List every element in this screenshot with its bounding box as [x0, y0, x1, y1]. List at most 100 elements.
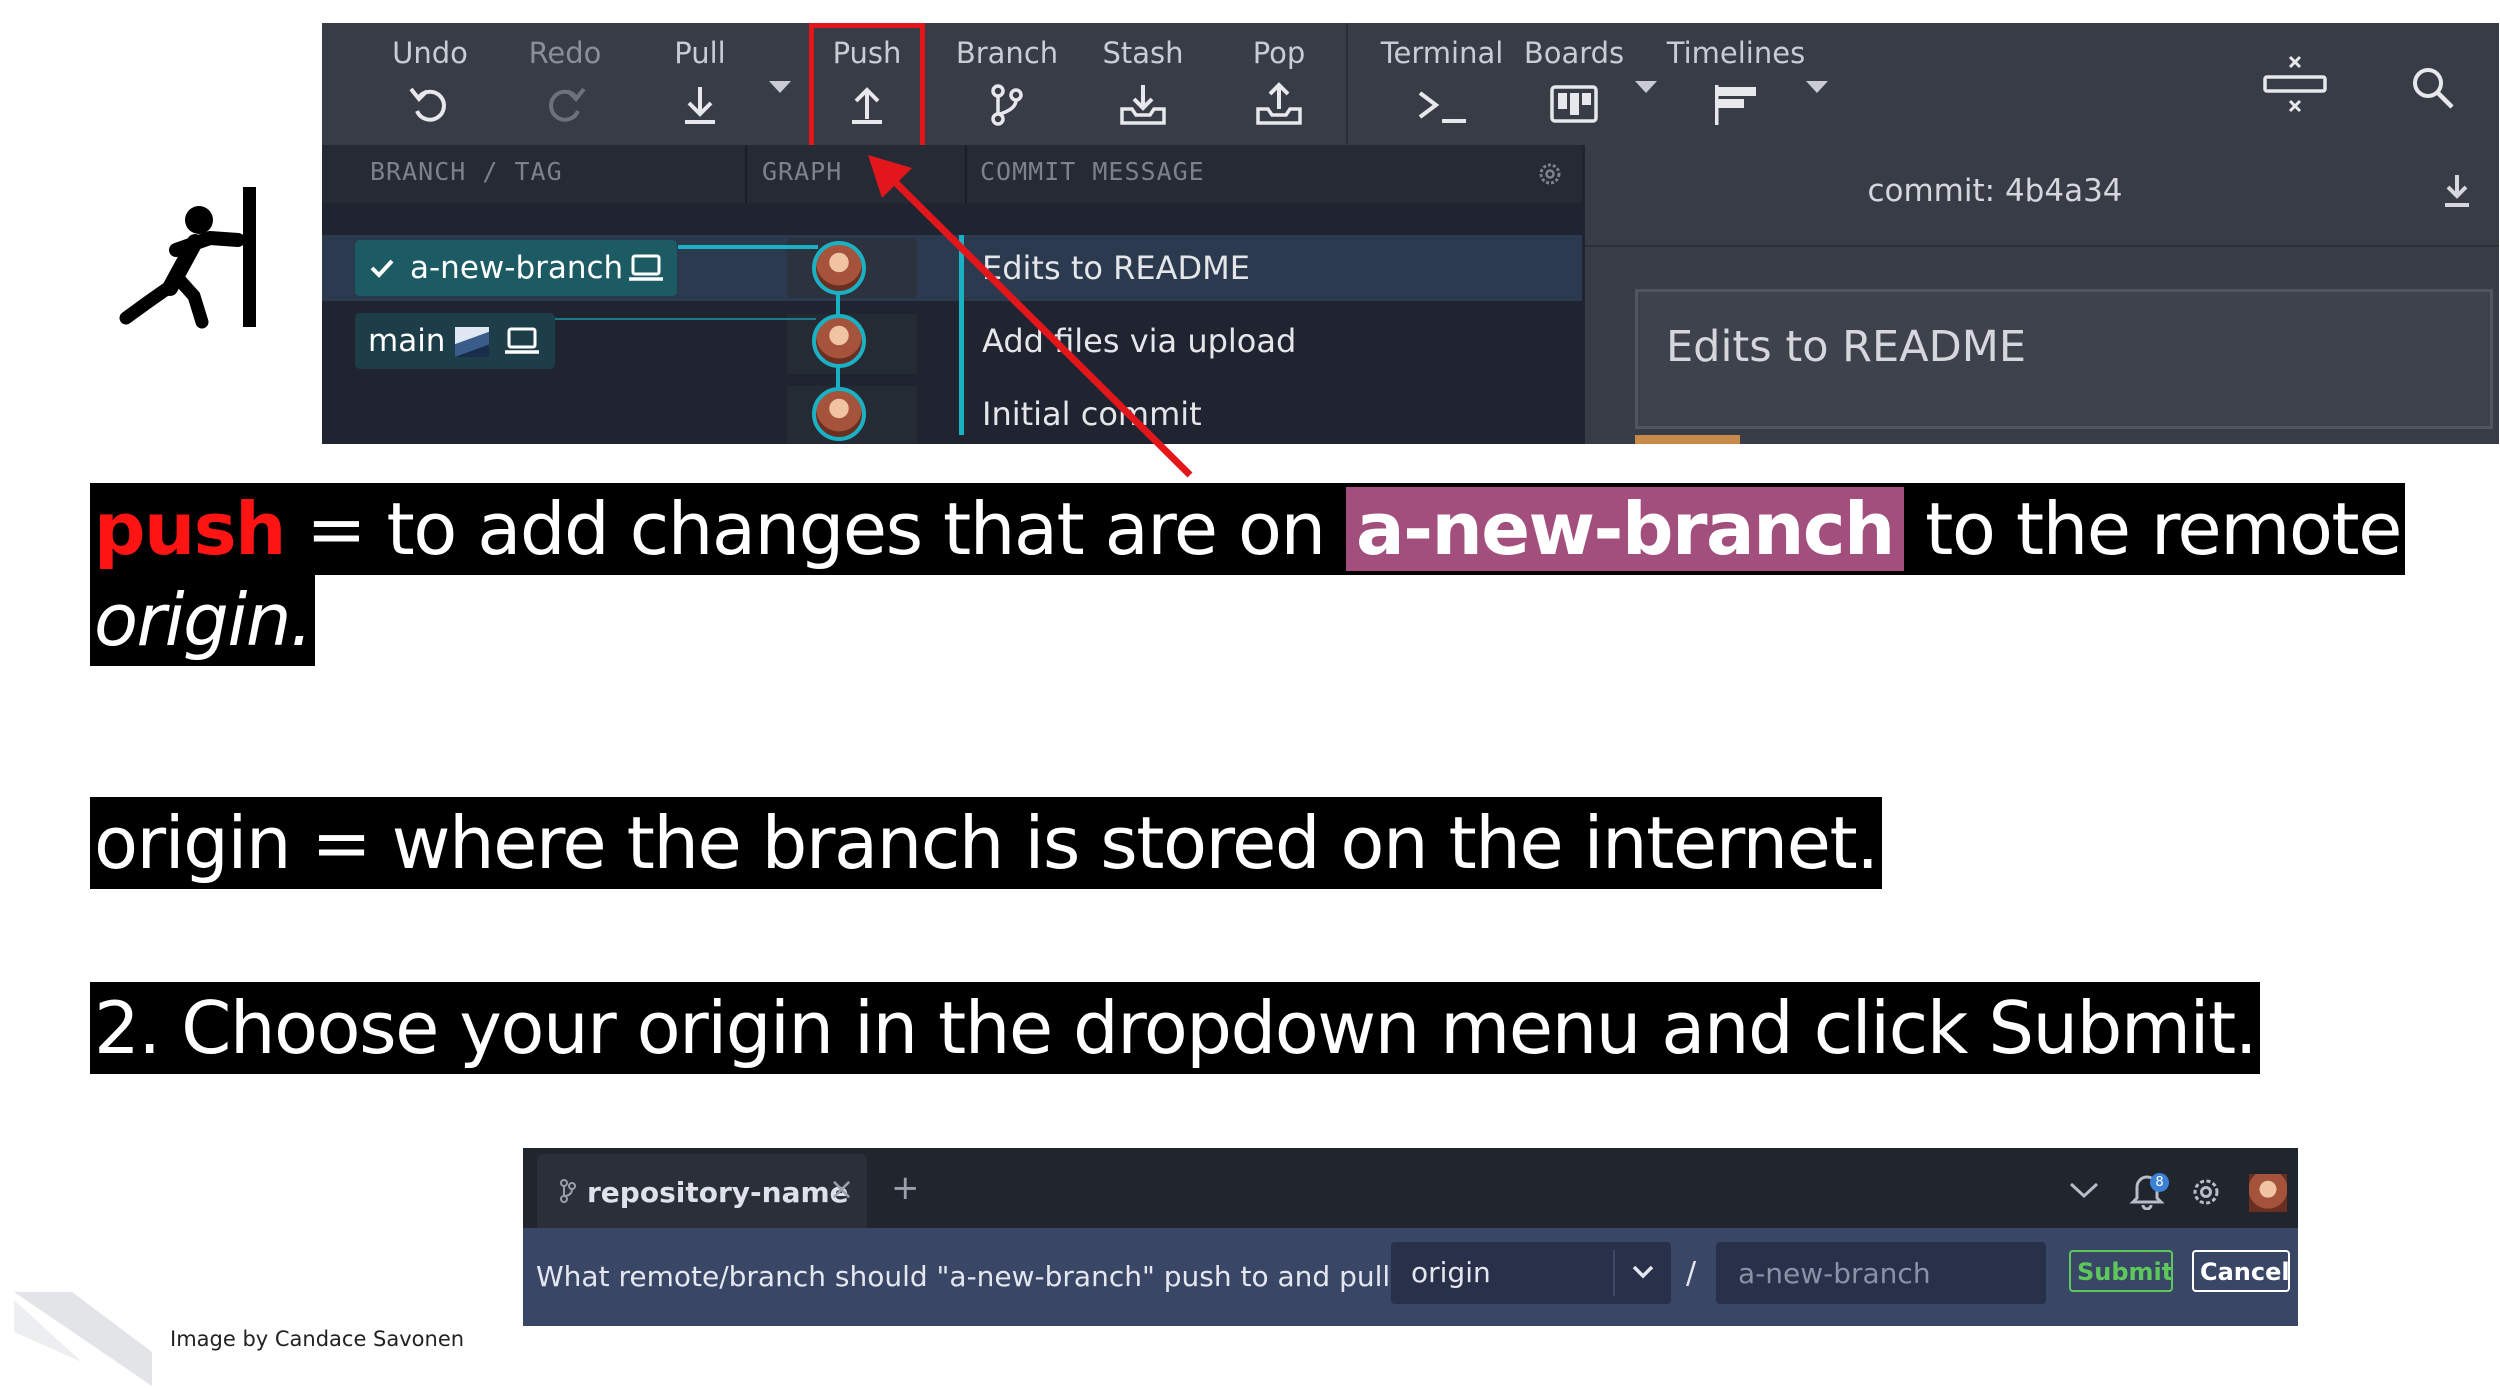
pull-dropdown-caret[interactable] [769, 81, 791, 93]
commit-message[interactable]: Initial commit [982, 381, 1202, 444]
stash-icon [1120, 85, 1166, 125]
toolbar: Undo Redo Pull Push Branch Stash Pop Ter… [322, 23, 2499, 145]
column-header: BRANCH / TAG GRAPH COMMIT MESSAGE [322, 145, 1582, 203]
commit-message[interactable]: Add files via upload [982, 308, 1296, 374]
push-definition-end: to the remote [1903, 487, 2402, 571]
push-definition-text: = to add changes that are on [284, 487, 1346, 571]
panel-divider [1585, 245, 2499, 247]
commit-message[interactable]: Edits to README [982, 235, 1250, 301]
push-highlight-box [809, 23, 925, 151]
author-avatar [812, 387, 866, 441]
boards-label: Boards [1523, 36, 1625, 70]
timelines-icon [1715, 85, 1756, 125]
remote-select-dropdown[interactable]: origin [1391, 1242, 1671, 1304]
layout-toggle-icon[interactable] [2262, 53, 2328, 119]
branch-connector [552, 318, 816, 320]
preferences-gear-icon[interactable] [2190, 1176, 2222, 1208]
branch-tag-column-header: BRANCH / TAG [370, 157, 563, 186]
origin-keyword: origin [94, 578, 292, 662]
undo-icon [409, 87, 446, 122]
stash-label: Stash [1102, 36, 1184, 70]
terminal-button[interactable]: Terminal [1367, 33, 1517, 127]
stash-button[interactable]: Stash [1083, 33, 1203, 127]
pop-icon [1256, 82, 1302, 125]
search-icon[interactable] [2410, 65, 2456, 111]
author-avatar [812, 314, 866, 368]
image-credit: Image by Candace Savonen [170, 1327, 465, 1351]
push-pictogram-icon [119, 187, 256, 329]
push-definition-origin: origin. [90, 574, 316, 666]
commit-detail-panel: commit: 4b4a34 Edits to README [1585, 145, 2499, 444]
gitkraken-screenshot: Undo Redo Pull Push Branch Stash Pop Ter… [322, 23, 2499, 444]
branch-name-input[interactable] [1716, 1242, 2046, 1304]
remote-select-value: origin [1411, 1256, 1491, 1289]
push-keyword: push [94, 487, 286, 571]
commit-hash: 4b4a34 [2004, 173, 2123, 209]
commit-lane [959, 235, 964, 435]
commit-graph: a-new-branch main Edits to README Add fi… [322, 203, 1582, 444]
laptop-icon [505, 327, 539, 354]
repository-tab-name: repository-name [587, 1176, 849, 1209]
boards-dropdown-caret[interactable] [1635, 81, 1657, 93]
origin-definition: origin = where the branch is stored on t… [90, 797, 1882, 889]
branch-label: Branch [955, 36, 1059, 70]
branch-pill-main[interactable]: main [355, 313, 555, 369]
push-definition: push = to add changes that are on a-new-… [90, 483, 2405, 575]
pull-icon [685, 87, 715, 124]
column-divider [745, 145, 747, 203]
period: . [290, 578, 313, 662]
push-remote-prompt: What remote/branch should "a-new-branch"… [523, 1228, 2298, 1326]
step-2-instruction: 2. Choose your origin in the dropdown me… [90, 982, 2261, 1074]
boards-button[interactable]: Boards [1514, 33, 1634, 127]
submit-button[interactable]: Submit [2069, 1250, 2173, 1292]
chevron-down-icon [1632, 1265, 1654, 1279]
repo-tab-bar: repository-name × + 8 [523, 1148, 2298, 1228]
branch-icon [991, 84, 1023, 126]
remote-branch-slash: / [1686, 1256, 1697, 1291]
commit-message-column-header: COMMIT MESSAGE [980, 157, 1205, 186]
commit-id-label: commit: 4b4a34 [1867, 173, 2123, 209]
branch-button[interactable]: Branch [947, 33, 1067, 127]
terminal-label: Terminal [1380, 36, 1504, 70]
commit-summary-text: Edits to README [1666, 322, 2027, 372]
active-branch-label: a-new-branch [410, 250, 624, 286]
timelines-button[interactable]: Timelines [1661, 33, 1811, 127]
main-branch-label: main [368, 323, 446, 359]
repository-tab[interactable]: repository-name × [537, 1154, 867, 1228]
logo-mark-icon [14, 1292, 152, 1386]
push-remote-dialog-screenshot: repository-name × + 8 What remote/branch… [523, 1148, 2298, 1326]
branch-icon [560, 1179, 576, 1203]
new-tab-plus-icon[interactable]: + [891, 1168, 920, 1208]
commit-summary-box[interactable]: Edits to README [1635, 289, 2493, 429]
select-divider [1613, 1250, 1615, 1296]
author-avatar [812, 241, 866, 295]
branch-keyword: a-new-branch [1345, 487, 1904, 571]
undo-button[interactable]: Undo [370, 33, 490, 127]
branch-connector [678, 245, 818, 249]
close-tab-icon[interactable]: × [829, 1172, 854, 1207]
column-divider [965, 145, 967, 203]
redo-label: Redo [528, 36, 602, 70]
pull-label: Pull [674, 36, 726, 70]
toolbar-separator [1346, 23, 1348, 145]
branch-pill-active[interactable]: a-new-branch [355, 240, 677, 296]
timelines-label: Timelines [1666, 36, 1806, 70]
pop-button[interactable]: Pop [1219, 33, 1339, 127]
pop-label: Pop [1252, 36, 1306, 70]
user-avatar[interactable] [2249, 1174, 2287, 1212]
prompt-question: What remote/branch should "a-new-branch"… [536, 1260, 1480, 1293]
laptop-icon [629, 254, 663, 281]
pull-button[interactable]: Pull [640, 33, 760, 127]
chevron-down-icon[interactable] [2068, 1180, 2100, 1200]
checkmark-icon [370, 259, 394, 278]
redo-icon [549, 87, 586, 122]
terminal-icon [1418, 91, 1466, 123]
undo-label: Undo [392, 36, 468, 70]
boards-icon [1550, 85, 1598, 123]
download-icon[interactable] [2442, 173, 2472, 209]
settings-gear-icon[interactable] [1537, 161, 1563, 187]
redo-button[interactable]: Redo [505, 33, 625, 127]
timelines-dropdown-caret[interactable] [1806, 81, 1828, 93]
cancel-button[interactable]: Cancel [2192, 1250, 2290, 1292]
graph-column-header: GRAPH [762, 157, 843, 186]
